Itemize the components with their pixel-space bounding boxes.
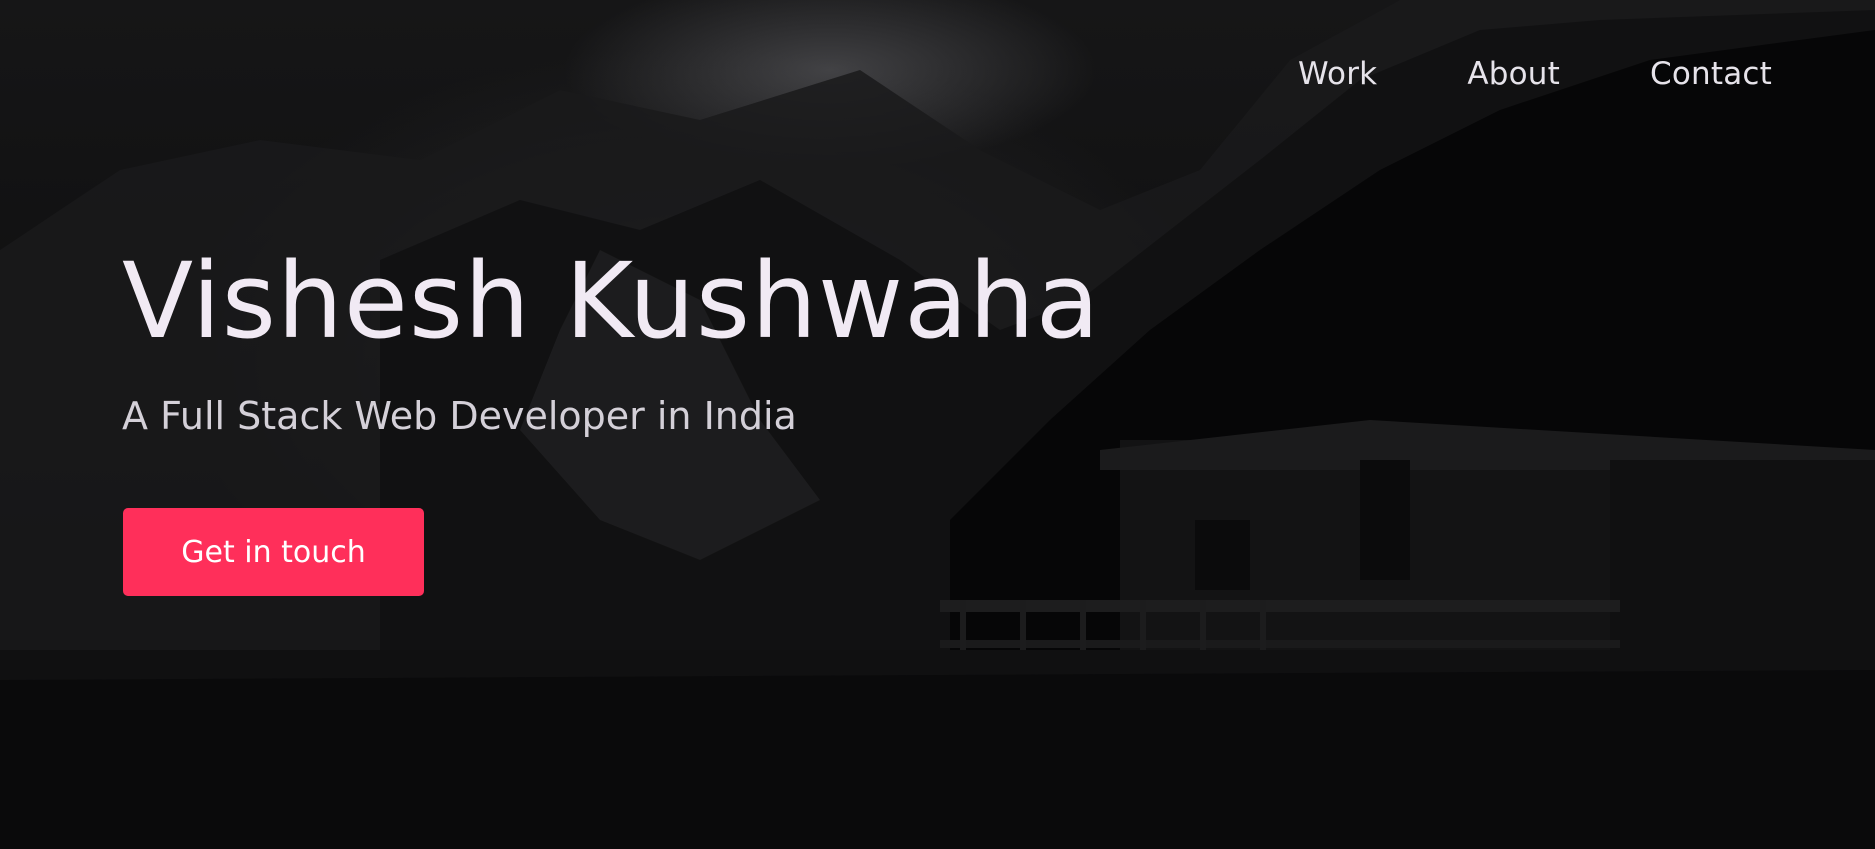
top-nav: Work About Contact (1298, 56, 1772, 92)
nav-link-work[interactable]: Work (1298, 56, 1377, 92)
nav-link-contact[interactable]: Contact (1650, 56, 1772, 92)
nav-link-about[interactable]: About (1467, 56, 1560, 92)
get-in-touch-button[interactable]: Get in touch (123, 508, 424, 596)
hero-subtitle: A Full Stack Web Developer in India (122, 394, 797, 438)
hero-section: Work About Contact Vishesh Kushwaha A Fu… (0, 0, 1875, 849)
hero-title: Vishesh Kushwaha (122, 240, 1101, 362)
